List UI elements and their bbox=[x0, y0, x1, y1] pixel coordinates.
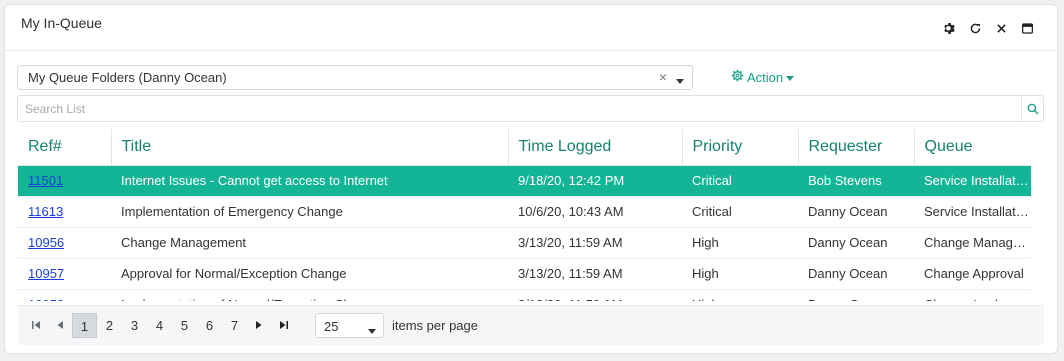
maximize-icon[interactable] bbox=[1020, 21, 1035, 36]
queue-table: Ref# Title Time Logged Priority Requeste… bbox=[18, 129, 1031, 301]
requester-cell: Danny Ocean bbox=[798, 196, 914, 228]
search-list bbox=[17, 95, 1044, 122]
title-cell: Approval for Normal/Exception Change bbox=[111, 258, 508, 290]
priority-cell: High bbox=[682, 258, 798, 290]
page-size-select[interactable]: 25 bbox=[315, 313, 384, 338]
refresh-icon[interactable] bbox=[968, 21, 983, 36]
table-row[interactable]: 11501 Internet Issues - Cannot get acces… bbox=[18, 165, 1031, 197]
first-page-icon[interactable] bbox=[24, 320, 48, 331]
table-row[interactable]: 10956 Change Management 3/13/20, 11:59 A… bbox=[18, 227, 1031, 259]
queue-cell: Change Implementation bbox=[914, 289, 1031, 301]
ref-link[interactable]: 11613 bbox=[28, 204, 63, 219]
title-cell: Implementation of Emergency Change bbox=[111, 196, 508, 228]
search-icon[interactable] bbox=[1021, 96, 1043, 121]
queue-cell: Service Installation bbox=[914, 165, 1031, 197]
search-input[interactable] bbox=[18, 96, 992, 121]
column-header-ref[interactable]: Ref# bbox=[18, 129, 111, 166]
page-7[interactable]: 7 bbox=[222, 313, 247, 338]
requester-cell: Danny Ocean bbox=[798, 289, 914, 301]
caret-down-icon bbox=[368, 323, 376, 338]
title-cell: Implementation of Normal/Exception Chang… bbox=[111, 289, 508, 301]
column-header-title[interactable]: Title bbox=[110, 129, 508, 166]
queue-folder-select[interactable]: My Queue Folders (Danny Ocean) × bbox=[17, 65, 693, 90]
table-row[interactable]: 11613 Implementation of Emergency Change… bbox=[18, 196, 1031, 228]
page-1[interactable]: 1 bbox=[72, 313, 97, 338]
pager: 1 2 3 4 5 6 7 25 items per page bbox=[18, 305, 1044, 345]
column-header-priority[interactable]: Priority bbox=[681, 129, 798, 166]
page-size-value: 25 bbox=[324, 319, 339, 334]
table-row[interactable]: 10958 Implementation of Normal/Exception… bbox=[18, 289, 1031, 301]
panel-title: My In-Queue bbox=[21, 15, 102, 31]
ref-link[interactable]: 10958 bbox=[28, 297, 64, 301]
previous-page-icon[interactable] bbox=[48, 320, 72, 331]
ref-link[interactable]: 10957 bbox=[28, 266, 64, 281]
ref-link[interactable]: 11501 bbox=[28, 173, 63, 188]
table-row[interactable]: 10957 Approval for Normal/Exception Chan… bbox=[18, 258, 1031, 290]
time-logged-cell: 3/13/20, 11:59 AM bbox=[508, 289, 682, 301]
page-4[interactable]: 4 bbox=[147, 313, 172, 338]
items-per-page-label: items per page bbox=[392, 318, 478, 333]
close-icon[interactable] bbox=[994, 21, 1009, 36]
column-header-requester[interactable]: Requester bbox=[797, 129, 914, 166]
next-page-icon[interactable] bbox=[247, 320, 271, 331]
requester-cell: Danny Ocean bbox=[798, 227, 914, 259]
priority-cell: High bbox=[682, 289, 798, 301]
my-in-queue-panel: My In-Queue My Queue Folders (Danny Ocea… bbox=[4, 4, 1058, 354]
time-logged-cell: 10/6/20, 10:43 AM bbox=[508, 196, 682, 228]
queue-grid: Ref# Title Time Logged Priority Requeste… bbox=[18, 129, 1044, 301]
page-5[interactable]: 5 bbox=[172, 313, 197, 338]
page-6[interactable]: 6 bbox=[197, 313, 222, 338]
title-cell: Change Management bbox=[111, 227, 508, 259]
time-logged-cell: 3/13/20, 11:59 AM bbox=[508, 227, 682, 259]
requester-cell: Bob Stevens bbox=[798, 165, 914, 197]
time-logged-cell: 9/18/20, 12:42 PM bbox=[508, 165, 682, 197]
last-page-icon[interactable] bbox=[271, 320, 295, 331]
gear-icon[interactable] bbox=[942, 21, 957, 36]
queue-cell: Change Approval bbox=[914, 258, 1031, 290]
caret-down-icon bbox=[786, 70, 795, 85]
table-header-row: Ref# Title Time Logged Priority Requeste… bbox=[18, 129, 1031, 166]
header-tools bbox=[942, 21, 1035, 36]
column-header-queue[interactable]: Queue bbox=[913, 129, 1031, 166]
action-label: Action bbox=[747, 69, 784, 85]
title-cell: Internet Issues - Cannot get access to I… bbox=[111, 165, 508, 197]
page-2[interactable]: 2 bbox=[97, 313, 122, 338]
requester-cell: Danny Ocean bbox=[798, 258, 914, 290]
priority-cell: High bbox=[682, 227, 798, 259]
caret-down-icon[interactable] bbox=[676, 73, 684, 88]
action-button[interactable]: Action bbox=[731, 69, 795, 85]
priority-cell: Critical bbox=[682, 165, 798, 197]
clear-icon[interactable]: × bbox=[659, 69, 667, 85]
queue-folder-value: My Queue Folders (Danny Ocean) bbox=[28, 70, 227, 85]
panel-header: My In-Queue bbox=[5, 5, 1057, 51]
page-3[interactable]: 3 bbox=[122, 313, 147, 338]
queue-cell: Service Installation bbox=[914, 196, 1031, 228]
priority-cell: Critical bbox=[682, 196, 798, 228]
ref-link[interactable]: 10956 bbox=[28, 235, 64, 250]
time-logged-cell: 3/13/20, 11:59 AM bbox=[508, 258, 682, 290]
queue-cell: Change Management bbox=[914, 227, 1031, 259]
gear-icon bbox=[731, 69, 744, 85]
column-header-time-logged[interactable]: Time Logged bbox=[507, 129, 682, 166]
